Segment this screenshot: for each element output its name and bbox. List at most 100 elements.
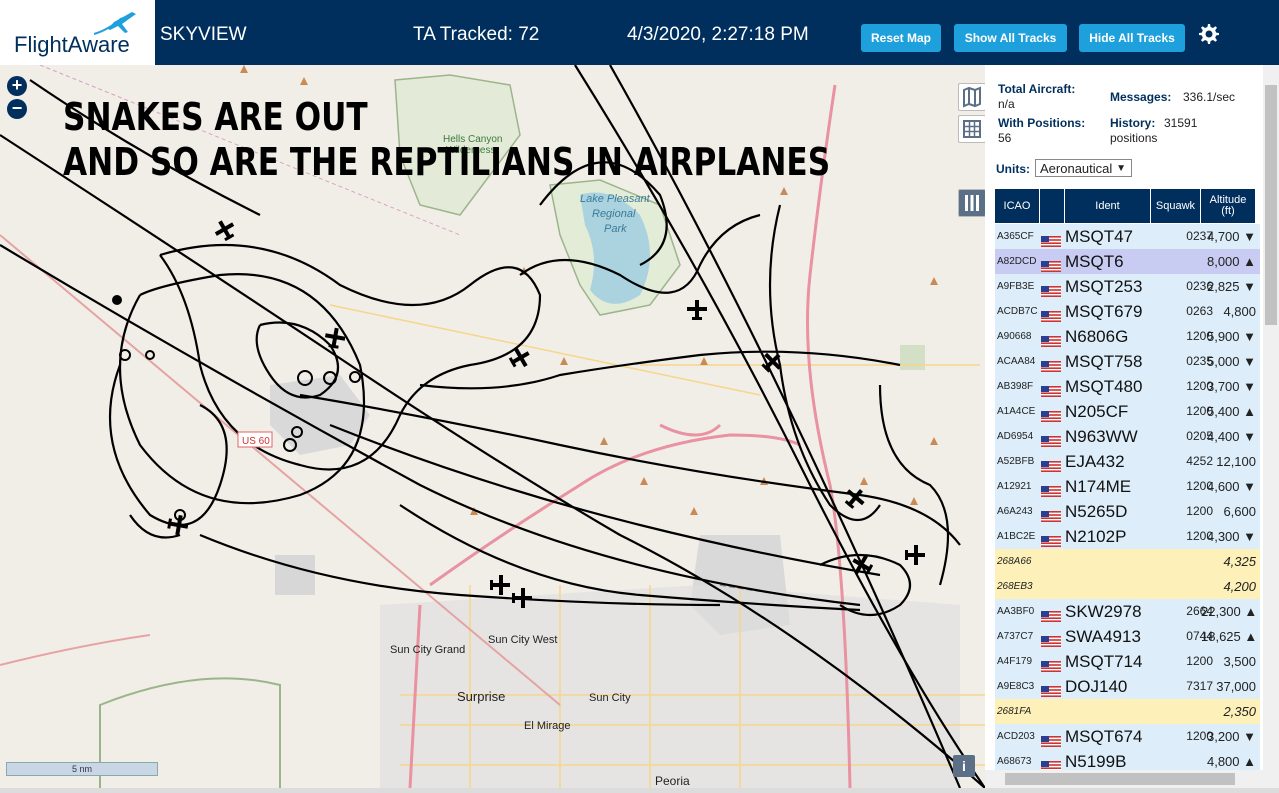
table-row[interactable]: 268A66 4,325	[995, 549, 1260, 575]
ident-cell: N6806G	[1065, 327, 1129, 346]
altitude-cell: 4,300 ▼	[1206, 529, 1256, 544]
icao-cell: ACAA84	[997, 356, 1036, 367]
grid-icon[interactable]	[958, 115, 985, 143]
table-row[interactable]: A52BFB EJA432 4252 12,100	[995, 449, 1260, 475]
flightaware-logo[interactable]: FlightAware	[0, 0, 155, 65]
icao-cell: A12921	[997, 481, 1032, 492]
reset-map-button[interactable]: Reset Map	[861, 24, 941, 52]
table-row[interactable]: AA3BF0 SKW2978 2664 22,300 ▲	[995, 599, 1260, 625]
ident-cell: N2102P	[1065, 527, 1127, 546]
us-flag-icon	[1041, 382, 1061, 397]
clock: 4/3/2020, 2:27:18 PM	[627, 24, 809, 45]
table-row[interactable]: A737C7 SWA4913 0744 18,625 ▲	[995, 624, 1260, 650]
ident-cell: EJA432	[1065, 452, 1125, 471]
map-label-el-mirage: El Mirage	[524, 720, 570, 732]
map-label-park: Park	[604, 223, 627, 235]
panel-horizontal-scrollbar[interactable]	[985, 770, 1263, 788]
with-positions-value: 56	[998, 131, 1012, 145]
column-header-squawk[interactable]: Squawk	[1151, 189, 1201, 223]
us-flag-icon	[1041, 432, 1061, 447]
map-label-lake-pleasant: Lake Pleasant	[580, 193, 651, 205]
us-flag-icon	[1041, 632, 1061, 647]
table-row[interactable]: ACAA84 MSQT758 0235 5,000 ▼	[995, 349, 1260, 375]
us-flag-icon	[1041, 682, 1061, 697]
table-row[interactable]: 268EB3 4,200	[995, 574, 1260, 600]
horizontal-scrollbar-thumb[interactable]	[1005, 773, 1235, 785]
map-label-regional: Regional	[592, 208, 636, 220]
table-row[interactable]: A4F179 MSQT714 1200 3,500	[995, 649, 1260, 675]
icao-cell: AA3BF0	[997, 606, 1035, 617]
table-row[interactable]: ACD203 MSQT674 1200 3,200 ▼	[995, 724, 1260, 750]
zoom-out-button[interactable]: −	[7, 99, 27, 119]
us-flag-icon	[1041, 732, 1061, 747]
altitude-cell: 37,000	[1216, 679, 1256, 694]
altitude-cell: 5,400 ▲	[1206, 404, 1256, 419]
chevron-down-icon: ▼	[1116, 163, 1126, 174]
table-row[interactable]: AB398F MSQT480 1200 3,700 ▼	[995, 374, 1260, 400]
ident-cell: N174ME	[1065, 477, 1132, 496]
ident-cell: N963WW	[1065, 427, 1138, 446]
units-select[interactable]: Aeronautical ▼	[1035, 159, 1132, 177]
altitude-cell: 4,400 ▼	[1206, 429, 1256, 444]
aircraft-panel: Total Aircraft: n/a With Positions: 56 M…	[985, 65, 1279, 788]
ident-cell: MSQT679	[1065, 302, 1143, 321]
us-flag-icon	[1041, 457, 1061, 472]
units-label: Units:	[996, 162, 1030, 176]
us-flag-icon	[1041, 607, 1061, 622]
ident-cell: SKW2978	[1065, 602, 1142, 621]
show-all-tracks-button[interactable]: Show All Tracks	[954, 24, 1067, 52]
icao-cell: A90668	[997, 331, 1032, 342]
ident-cell: MSQT758	[1065, 352, 1143, 371]
column-header-altitude[interactable]: Altitude (ft)	[1201, 189, 1256, 223]
ident-cell: MSQT714	[1065, 652, 1143, 671]
table-row[interactable]: ACDB7C MSQT679 0263 4,800	[995, 299, 1260, 325]
total-aircraft-label: Total Aircraft:	[998, 82, 1076, 96]
zoom-in-button[interactable]: +	[7, 76, 27, 96]
columns-icon[interactable]	[958, 189, 985, 217]
table-row[interactable]: A1BC2E N2102P 1200 4,300 ▼	[995, 524, 1260, 550]
tracked-count: TA Tracked: 72	[413, 24, 540, 45]
icao-cell: A6A243	[997, 506, 1033, 517]
altitude-cell: 4,325	[1223, 554, 1256, 569]
table-row[interactable]: AD6954 N963WW 0205 4,400 ▼	[995, 424, 1260, 450]
site-name: SKYVIEW	[160, 24, 247, 45]
info-icon[interactable]: i	[953, 755, 975, 777]
us-flag-icon	[1041, 532, 1061, 547]
table-row[interactable]: 2681FA 2,350	[995, 699, 1260, 725]
map-view[interactable]: Hells Canyon Wilderness Lake Pleasant Re…	[0, 65, 985, 788]
map-label-peoria: Peoria	[655, 774, 690, 788]
us-flag-icon	[1041, 657, 1061, 672]
table-row[interactable]: A365CF MSQT47 0237 4,700 ▼	[995, 224, 1260, 250]
table-row[interactable]: A1A4CE N205CF 1200 5,400 ▲	[995, 399, 1260, 425]
icao-cell: A82DCD	[997, 256, 1037, 267]
table-row[interactable]: A82DCD MSQT6 8,000 ▲	[995, 249, 1260, 275]
us-flag-icon	[1041, 257, 1061, 272]
map-label-sun-city-grand: Sun City Grand	[390, 644, 465, 656]
column-header-icao[interactable]: ICAO	[995, 189, 1040, 223]
scrollbar-thumb[interactable]	[1265, 85, 1277, 325]
column-header-flag[interactable]	[1040, 189, 1065, 223]
us-flag-icon	[1041, 282, 1061, 297]
altitude-cell: 8,000 ▲	[1206, 254, 1256, 269]
icao-cell: A1A4CE	[997, 406, 1036, 417]
icao-cell: 2681FA	[997, 706, 1032, 717]
altitude-cell: 5,000 ▼	[1206, 354, 1256, 369]
table-row[interactable]: A9E8C3 DOJ140 7317 37,000	[995, 674, 1260, 700]
table-row[interactable]: A9FB3E MSQT253 0236 2,825 ▼	[995, 274, 1260, 300]
ident-cell: N5265D	[1065, 502, 1128, 521]
table-row[interactable]: A90668 N6806G 1200 5,900 ▼	[995, 324, 1260, 350]
panel-scrollbar[interactable]	[1263, 65, 1279, 788]
table-row[interactable]: A12921 N174ME 1200 4,600 ▼	[995, 474, 1260, 500]
overlay-caption-line2: AND SO ARE THE REPTILIANS IN AIRPLANES	[63, 140, 831, 184]
icao-cell: AD6954	[997, 431, 1034, 442]
altitude-cell: 4,800	[1223, 304, 1256, 319]
altitude-cell: 3,700 ▼	[1206, 379, 1256, 394]
hide-all-tracks-button[interactable]: Hide All Tracks	[1079, 24, 1185, 52]
us-flag-icon	[1041, 757, 1061, 772]
table-row[interactable]: A6A243 N5265D 1200 6,600	[995, 499, 1260, 525]
gear-icon[interactable]	[1196, 22, 1220, 46]
map-layers-icon[interactable]	[958, 83, 985, 111]
column-header-ident[interactable]: Ident	[1065, 189, 1151, 223]
us-flag-icon	[1041, 232, 1061, 247]
map-label-sun-city-west: Sun City West	[488, 634, 558, 646]
